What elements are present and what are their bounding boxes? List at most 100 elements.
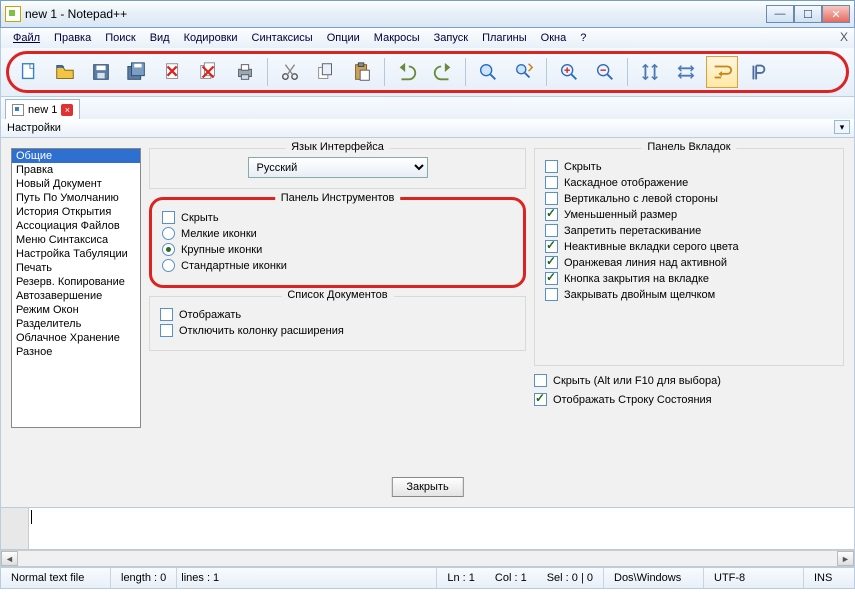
chk-hide-menubar[interactable] — [534, 374, 547, 387]
editor-gutter — [1, 508, 29, 549]
toolbar — [0, 48, 855, 97]
settings-dialog: Общие Правка Новый Документ Путь По Умол… — [0, 138, 855, 508]
status-mode: INS — [804, 568, 854, 588]
rad-standard-icons[interactable] — [162, 259, 175, 272]
window-title: new 1 - Notepad++ — [25, 7, 766, 21]
chk-tab-closebtn[interactable] — [545, 272, 558, 285]
list-item[interactable]: Настройка Табуляции — [12, 247, 140, 261]
list-item[interactable]: Меню Синтаксиса — [12, 233, 140, 247]
toolbar-highlight — [6, 51, 849, 93]
list-item[interactable]: История Открытия — [12, 205, 140, 219]
tb-save[interactable] — [85, 56, 117, 88]
menu-file[interactable]: Файл — [7, 30, 46, 46]
status-encoding: UTF-8 — [704, 568, 804, 588]
list-item[interactable]: Режим Окон — [12, 303, 140, 317]
scroll-right-icon[interactable]: ► — [837, 551, 854, 566]
status-col: Col : 1 — [485, 568, 537, 588]
tb-close-all[interactable] — [193, 56, 225, 88]
chk-tab-gray[interactable] — [545, 240, 558, 253]
list-item[interactable]: Резерв. Копирование — [12, 275, 140, 289]
tb-save-all[interactable] — [121, 56, 153, 88]
toolbar-separator — [465, 58, 466, 86]
toolbar-separator — [546, 58, 547, 86]
tab-close-icon[interactable]: × — [61, 104, 73, 116]
list-item[interactable]: Разделитель — [12, 317, 140, 331]
group-toolbar: Панель Инструментов Скрыть Мелкие иконки… — [149, 197, 526, 288]
list-item[interactable]: Правка — [12, 163, 140, 177]
tb-redo[interactable] — [427, 56, 459, 88]
group-title: Панель Инструментов — [275, 192, 401, 204]
list-item[interactable]: Автозавершение — [12, 289, 140, 303]
tb-open-file[interactable] — [49, 56, 81, 88]
horizontal-scrollbar[interactable]: ◄ ► — [0, 550, 855, 567]
tb-word-wrap[interactable] — [706, 56, 738, 88]
menu-plugins[interactable]: Плагины — [476, 30, 533, 46]
chk-tab-vertical[interactable] — [545, 192, 558, 205]
tb-undo[interactable] — [391, 56, 423, 88]
list-item[interactable]: Разное — [12, 345, 140, 359]
menu-help[interactable]: ? — [574, 30, 592, 46]
chk-tab-small[interactable] — [545, 208, 558, 221]
dialog-collapse-button[interactable]: ▾ — [834, 120, 850, 134]
tb-copy[interactable] — [310, 56, 342, 88]
file-tab[interactable]: new 1 × — [5, 99, 80, 119]
menu-windows[interactable]: Окна — [535, 30, 573, 46]
chk-tab-lock[interactable] — [545, 224, 558, 237]
group-title: Панель Вкладок — [641, 141, 736, 153]
language-select[interactable]: Русский — [248, 157, 428, 178]
tb-cut[interactable] — [274, 56, 306, 88]
list-item[interactable]: Облачное Хранение — [12, 331, 140, 345]
chk-doclist-show[interactable] — [160, 308, 173, 321]
rad-small-icons[interactable] — [162, 227, 175, 240]
chk-tab-hide[interactable] — [545, 160, 558, 173]
menu-encoding[interactable]: Кодировки — [178, 30, 244, 46]
menubar-close-icon[interactable]: X — [840, 30, 848, 44]
editor-area[interactable] — [0, 508, 855, 550]
menu-options[interactable]: Опции — [321, 30, 366, 46]
scroll-left-icon[interactable]: ◄ — [1, 551, 18, 566]
list-item[interactable]: Путь По Умолчанию — [12, 191, 140, 205]
menu-view[interactable]: Вид — [144, 30, 176, 46]
status-length: length : 0 — [111, 568, 177, 588]
menu-edit[interactable]: Правка — [48, 30, 97, 46]
tb-zoom-in[interactable] — [553, 56, 585, 88]
menu-syntax[interactable]: Синтаксисы — [246, 30, 319, 46]
window-titlebar: new 1 - Notepad++ — ☐ ✕ — [0, 0, 855, 28]
app-icon — [5, 6, 21, 22]
chk-show-statusbar[interactable] — [534, 393, 547, 406]
chk-tab-dblclose[interactable] — [545, 288, 558, 301]
settings-category-list[interactable]: Общие Правка Новый Документ Путь По Умол… — [11, 148, 141, 428]
tb-sync-horizontal[interactable] — [670, 56, 702, 88]
list-item[interactable]: Общие — [12, 149, 140, 163]
close-button[interactable]: ✕ — [822, 5, 850, 23]
tb-new-file[interactable] — [13, 56, 45, 88]
tb-sync-vertical[interactable] — [634, 56, 666, 88]
tb-show-nonprint[interactable] — [742, 56, 774, 88]
tb-paste[interactable] — [346, 56, 378, 88]
menu-search[interactable]: Поиск — [99, 30, 141, 46]
list-item[interactable]: Новый Документ — [12, 177, 140, 191]
maximize-button[interactable]: ☐ — [794, 5, 822, 23]
status-filetype: Normal text file — [1, 568, 111, 588]
list-item[interactable]: Ассоциация Файлов — [12, 219, 140, 233]
tb-close-file[interactable] — [157, 56, 189, 88]
chk-toolbar-hide[interactable] — [162, 211, 175, 224]
tb-replace[interactable] — [508, 56, 540, 88]
status-ln: Ln : 1 — [437, 568, 485, 588]
menu-run[interactable]: Запуск — [428, 30, 474, 46]
menu-macros[interactable]: Макросы — [368, 30, 426, 46]
list-item[interactable]: Печать — [12, 261, 140, 275]
menu-bar: Файл Правка Поиск Вид Кодировки Синтакси… — [0, 28, 855, 48]
file-icon — [12, 104, 24, 116]
chk-doclist-noext[interactable] — [160, 324, 173, 337]
rad-large-icons[interactable] — [162, 243, 175, 256]
tb-zoom-out[interactable] — [589, 56, 621, 88]
chk-tab-orange[interactable] — [545, 256, 558, 269]
chk-tab-multiline[interactable] — [545, 176, 558, 189]
tb-print[interactable] — [229, 56, 261, 88]
minimize-button[interactable]: — — [766, 5, 794, 23]
toolbar-separator — [627, 58, 628, 86]
file-tab-label: new 1 — [28, 104, 57, 116]
tb-find[interactable] — [472, 56, 504, 88]
dialog-close-button[interactable]: Закрыть — [391, 477, 463, 497]
